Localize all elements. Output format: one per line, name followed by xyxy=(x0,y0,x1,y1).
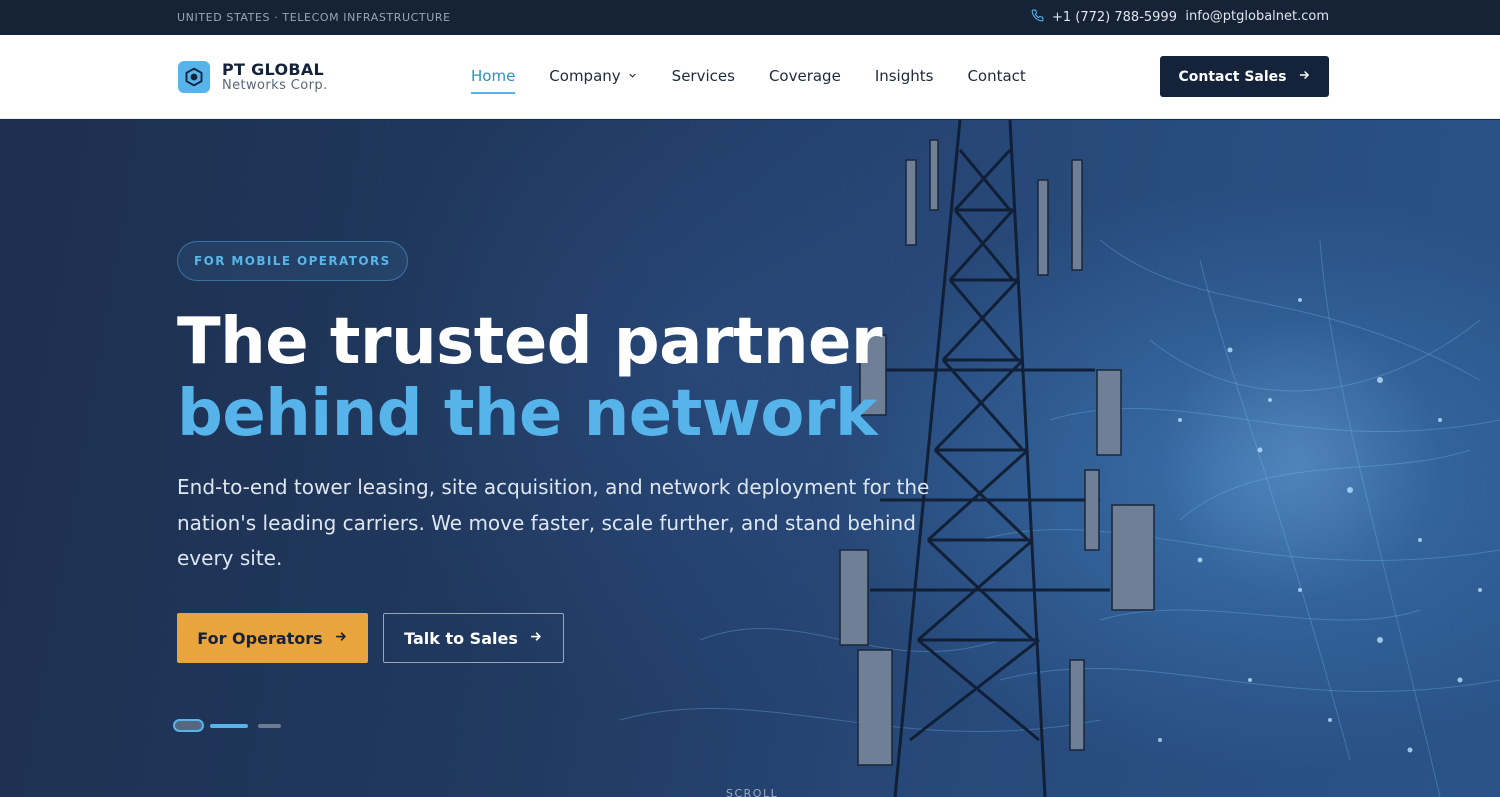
hero-background-image xyxy=(619,120,1500,797)
hero-section: FOR MOBILE OPERATORS The trusted partner… xyxy=(0,120,1500,797)
nav-item-company[interactable]: Company xyxy=(549,67,637,85)
email-link[interactable]: info@ptglobalnet.com xyxy=(1185,9,1329,24)
slide-indicators xyxy=(173,719,281,732)
slide-indicator-1[interactable] xyxy=(173,719,204,732)
slide-indicator-3[interactable] xyxy=(258,723,281,728)
region-label: UNITED STATES · TELECOM INFRASTRUCTURE xyxy=(177,11,451,24)
talk-to-sales-button[interactable]: Talk to Sales xyxy=(383,613,564,663)
chevron-down-icon xyxy=(627,67,638,85)
logo-subname: Networks Corp. xyxy=(222,78,328,93)
hero-lead-text: End-to-end tower leasing, site acquisiti… xyxy=(177,475,930,570)
phone-number: +1 (772) 788-5999 xyxy=(1052,10,1177,25)
scroll-hint: SCROLL xyxy=(726,787,779,797)
slide-indicator-2[interactable] xyxy=(210,723,248,728)
arrow-right-icon xyxy=(1297,68,1311,86)
headline-line-1: The trusted partner xyxy=(177,305,883,379)
nav-item-contact[interactable]: Contact xyxy=(967,67,1025,85)
phone-link[interactable]: +1 (772) 788-5999 xyxy=(1031,9,1177,26)
headline-line-2: behind the network xyxy=(177,377,878,451)
phone-icon xyxy=(1031,9,1044,26)
contact-sales-button[interactable]: Contact Sales xyxy=(1160,56,1329,97)
top-utility-bar: UNITED STATES · TELECOM INFRASTRUCTURE +… xyxy=(0,0,1500,35)
hero-headline: The trusted partner behind the network xyxy=(177,305,883,451)
for-operators-button[interactable]: For Operators xyxy=(177,613,368,663)
logo[interactable]: PT GLOBAL Networks Corp. xyxy=(178,61,328,93)
arrow-right-icon xyxy=(528,629,543,648)
main-nav: Home Company Services Coverage Insights … xyxy=(471,67,1060,94)
nav-item-services[interactable]: Services xyxy=(672,67,735,85)
nav-item-home[interactable]: Home xyxy=(471,67,516,94)
site-header: PT GLOBAL Networks Corp. Home Company Se… xyxy=(0,35,1500,119)
logo-name: PT GLOBAL xyxy=(222,60,325,79)
logo-hexagon-icon xyxy=(178,61,210,93)
nav-item-insights[interactable]: Insights xyxy=(875,67,934,85)
audience-badge: FOR MOBILE OPERATORS xyxy=(177,241,408,281)
arrow-right-icon xyxy=(333,629,348,648)
nav-item-coverage[interactable]: Coverage xyxy=(769,67,841,85)
